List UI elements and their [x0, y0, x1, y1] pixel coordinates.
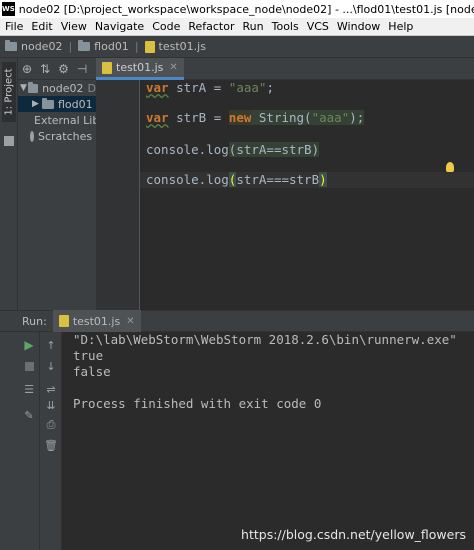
folder-icon — [78, 40, 91, 51]
menu-window[interactable]: Window — [333, 20, 384, 33]
menu-code[interactable]: Code — [148, 20, 184, 33]
target-icon[interactable]: ⊕ — [22, 62, 32, 76]
folder-icon — [42, 97, 54, 109]
breadcrumb-label: node02 — [21, 40, 63, 53]
breadcrumb: node02 | flod01 | test01.js — [0, 36, 474, 58]
run-tab-test01-js[interactable]: test01.js ✕ — [52, 310, 141, 332]
code-editor[interactable]: var strA = "aaa"; var strB = new String(… — [140, 80, 474, 310]
breadcrumb-item-flod01[interactable]: flod01 — [78, 40, 129, 53]
tab-label: test01.js — [116, 61, 164, 74]
tree-item-label: External Lib — [34, 113, 96, 127]
tree-item-label: flod01 — [58, 97, 93, 111]
collapse-icon[interactable]: ⇅ — [40, 62, 50, 76]
code-line-1: var strA = "aaa"; — [146, 80, 274, 95]
js-file-icon — [144, 40, 155, 53]
code-line-3: console.log(strA==strB) — [146, 142, 320, 157]
structure-icon[interactable] — [4, 136, 14, 146]
trash-icon[interactable]: 🗑 — [44, 438, 58, 452]
pin-icon[interactable]: ✎ — [22, 408, 36, 422]
chevron-down-icon[interactable]: ▼ — [20, 83, 28, 93]
rerun-icon[interactable]: ▶ — [22, 338, 36, 352]
menu-view[interactable]: View — [57, 20, 91, 33]
console-line: "D:\lab\WebStorm\WebStorm 2018.2.6\bin\r… — [73, 332, 457, 347]
editor-gutter — [96, 80, 140, 310]
menu-run[interactable]: Run — [239, 20, 268, 33]
scroll-to-end-icon[interactable]: ⇊ — [44, 398, 58, 412]
print-icon[interactable]: ⎙ — [44, 418, 58, 432]
breadcrumb-item-node02[interactable]: node02 — [5, 40, 62, 53]
run-tab-label: test01.js — [72, 314, 121, 328]
run-left-strip — [0, 332, 18, 550]
console-output[interactable]: "D:\lab\WebStorm\WebStorm 2018.2.6\bin\r… — [62, 332, 474, 550]
menu-vcs[interactable]: VCS — [303, 20, 333, 33]
folder-icon — [28, 81, 39, 93]
hide-icon[interactable]: ⊣ — [77, 62, 87, 76]
project-tool-tab[interactable]: 1: Project — [2, 62, 16, 122]
chevron-right-icon[interactable]: ▶ — [32, 99, 42, 109]
menu-file[interactable]: File — [0, 20, 27, 33]
tree-item-flod01[interactable]: ▶ flod01 — [18, 96, 96, 112]
run-toolbar-secondary: ↑ ↓ ⇌ ⇊ ⎙ 🗑 — [40, 332, 62, 550]
tree-item-external-libraries[interactable]: External Lib — [20, 112, 96, 128]
window-title: node02 [D:\project_workspace\workspace_n… — [18, 2, 474, 16]
console-line: Process finished with exit code 0 — [73, 396, 322, 411]
tree-item-node02[interactable]: ▼ node02 D — [20, 80, 96, 96]
arrow-up-icon[interactable]: ↑ — [44, 338, 58, 352]
run-label: Run: — [22, 314, 47, 328]
project-tool-tab-label: 1: Project — [3, 68, 15, 116]
run-toolbar: ▶ ☰ ✎ — [18, 332, 40, 550]
window-titlebar: WS node02 [D:\project_workspace\workspac… — [0, 0, 474, 18]
arrow-down-icon[interactable]: ↓ — [44, 359, 58, 373]
menu-help[interactable]: Help — [384, 20, 417, 33]
gear-icon[interactable]: ⚙ — [58, 62, 69, 76]
code-line-4: console.log(strA===strB) — [146, 172, 327, 187]
watermark: https://blog.csdn.net/yellow_flowers — [241, 527, 466, 542]
layout-icon[interactable]: ☰ — [22, 382, 36, 396]
tree-item-scratches[interactable]: Scratches a — [20, 128, 96, 144]
code-line-2: var strB = new String("aaa"); — [146, 110, 365, 125]
project-panel-toolbar: ⊕ ⇅ ⚙ ⊣ — [18, 58, 96, 80]
menu-tools[interactable]: Tools — [268, 20, 303, 33]
breadcrumb-separator: | — [68, 40, 73, 53]
stop-button[interactable] — [22, 359, 36, 373]
editor-tab-bar: test01.js ✕ — [96, 58, 474, 80]
breadcrumb-label: flod01 — [94, 40, 129, 53]
stop-icon — [24, 361, 34, 371]
tree-item-path: D — [87, 81, 96, 95]
console-line: true — [73, 348, 104, 363]
run-tool-header: Run: test01.js ✕ — [0, 310, 474, 332]
js-file-icon — [58, 315, 69, 327]
breadcrumb-label: test01.js — [158, 40, 206, 53]
lightbulb-icon[interactable] — [446, 162, 454, 172]
menu-bar: File Edit View Navigate Code Refactor Ru… — [0, 18, 474, 36]
menu-edit[interactable]: Edit — [27, 20, 56, 33]
left-tool-strip: 1: Project — [0, 58, 18, 310]
tree-item-label: Scratches a — [38, 129, 96, 143]
menu-refactor[interactable]: Refactor — [184, 20, 238, 33]
tab-test01-js[interactable]: test01.js ✕ — [96, 58, 184, 80]
tree-item-label: node02 — [42, 81, 84, 95]
console-line: false — [73, 364, 111, 379]
breadcrumb-separator: | — [134, 40, 139, 53]
scratches-icon — [30, 130, 34, 142]
folder-icon — [5, 40, 17, 51]
project-panel: ▼ node02 D ▶ flod01 External Lib Scratch… — [18, 80, 96, 310]
soft-wrap-icon[interactable]: ⇌ — [44, 382, 58, 396]
webstorm-logo-icon: WS — [2, 2, 15, 16]
menu-navigate[interactable]: Navigate — [91, 20, 148, 33]
close-icon[interactable]: ✕ — [169, 62, 177, 73]
close-icon[interactable]: ✕ — [126, 316, 134, 327]
breadcrumb-item-test01[interactable]: test01.js — [144, 40, 206, 53]
js-file-icon — [102, 61, 112, 74]
